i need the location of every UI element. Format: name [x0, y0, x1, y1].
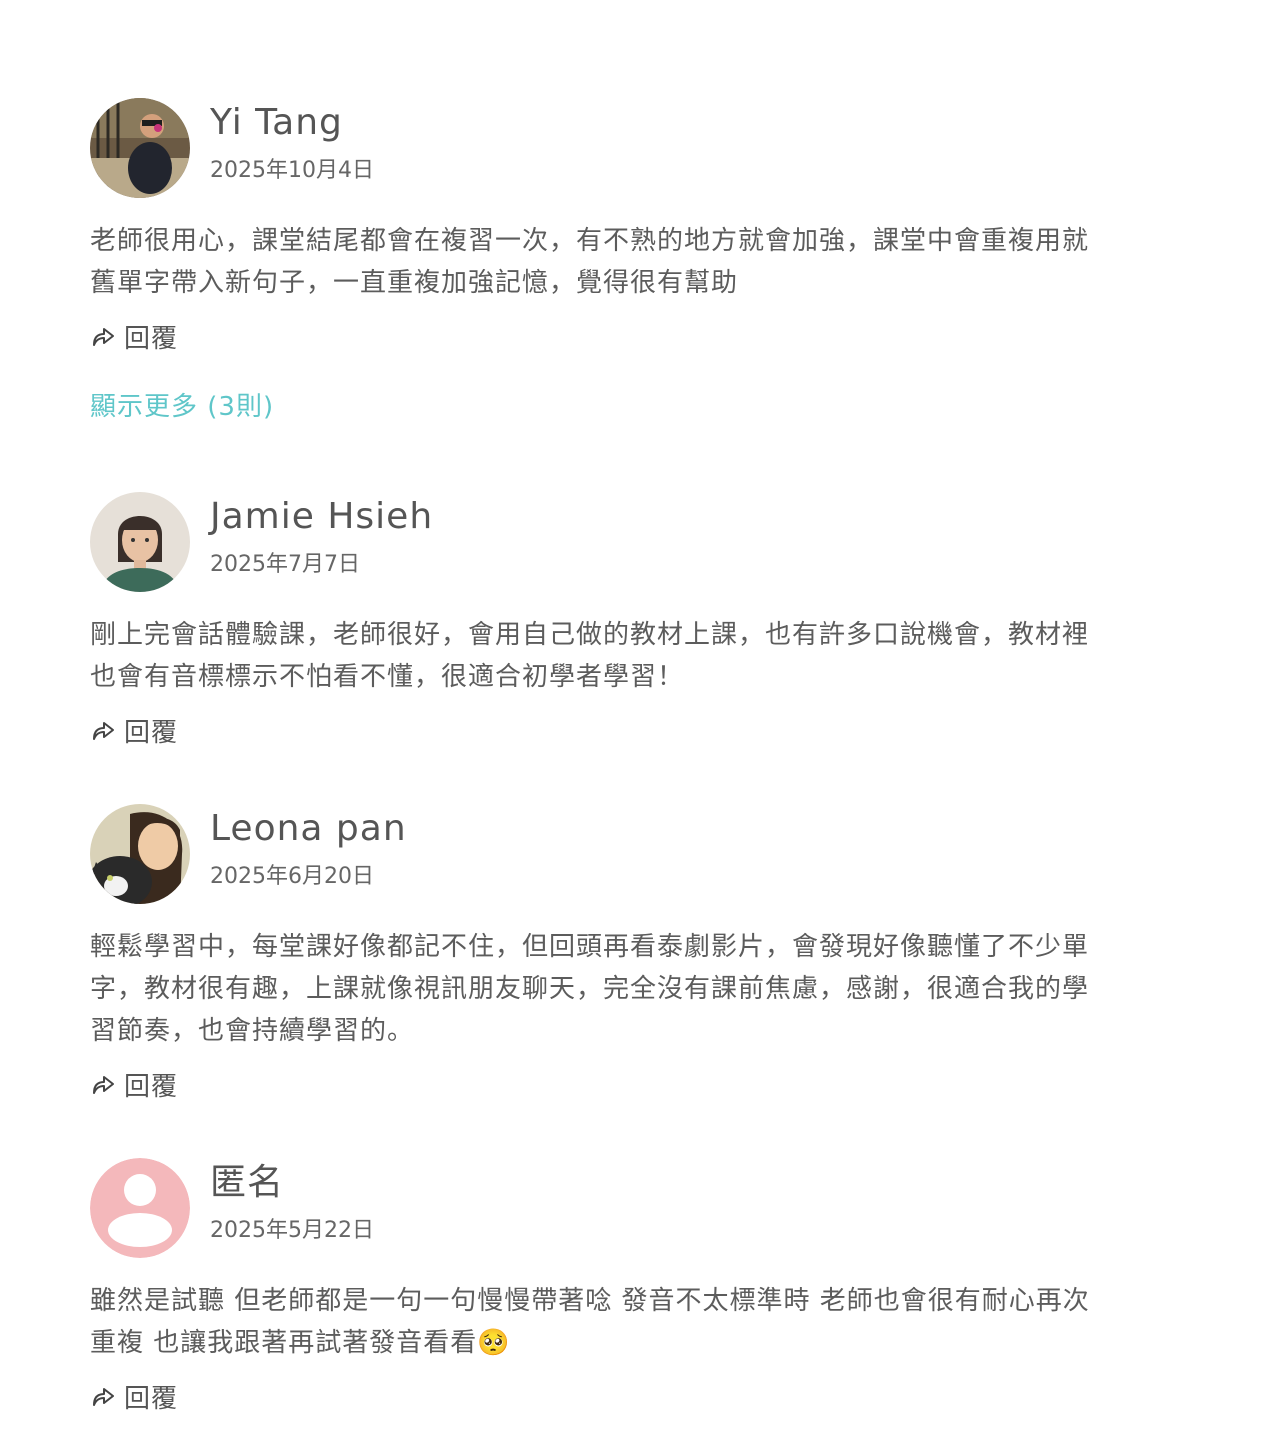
- review-header: Jamie Hsieh 2025年7月7日: [90, 492, 1110, 592]
- reply-label: 回覆: [124, 1071, 179, 1102]
- avatar: [90, 98, 190, 198]
- reviewer-name: 匿名: [210, 1162, 285, 1203]
- review-text: 剛上完會話體驗課，老師很好，會用自己做的教材上課，也有許多口說機會，教材裡也會有…: [90, 620, 1090, 692]
- reply-button[interactable]: 回覆: [90, 710, 1110, 750]
- reply-button[interactable]: 回覆: [90, 316, 1110, 356]
- review-card: Yi Tang 2025年10月4日 老師很用心，課堂結尾都會在複習一次，有不熟…: [90, 98, 1110, 423]
- reviewer-name: Jamie Hsieh: [210, 496, 434, 537]
- review-date: 2025年7月7日: [210, 552, 360, 577]
- reply-button[interactable]: 回覆: [90, 1064, 1110, 1104]
- review-card: 匿名 2025年5月22日 雖然是試聽 但老師都是一句一句慢慢帶著唸 發音不太標…: [90, 1158, 1110, 1416]
- reviewer-name: Leona pan: [210, 808, 407, 849]
- review-text: 雖然是試聽 但老師都是一句一句慢慢帶著唸 發音不太標準時 老師也會很有耐心再次重…: [90, 1286, 1090, 1358]
- reply-label: 回覆: [124, 1383, 179, 1414]
- reply-label: 回覆: [124, 717, 179, 748]
- review-card: Leona pan 2025年6月20日 輕鬆學習中，每堂課好像都記不住，但回頭…: [90, 804, 1110, 1104]
- review-date: 2025年5月22日: [210, 1218, 374, 1243]
- review-header: Yi Tang 2025年10月4日: [90, 98, 1110, 198]
- review-date: 2025年6月20日: [210, 864, 374, 889]
- review-text: 輕鬆學習中，每堂課好像都記不住，但回頭再看泰劇影片，會發現好像聽懂了不少單字，教…: [90, 932, 1090, 1046]
- show-more-link[interactable]: 顯示更多 (3則): [90, 386, 1110, 423]
- share-arrow-icon: [90, 717, 116, 743]
- review-text: 老師很用心，課堂結尾都會在複習一次，有不熟的地方就會加強，課堂中會重複用就舊單字…: [90, 226, 1090, 298]
- review-header: 匿名 2025年5月22日: [90, 1158, 1110, 1258]
- reply-label: 回覆: [124, 323, 179, 354]
- reply-button[interactable]: 回覆: [90, 1376, 1110, 1416]
- review-card: Jamie Hsieh 2025年7月7日 剛上完會話體驗課，老師很好，會用自己…: [90, 492, 1110, 750]
- avatar: [90, 492, 190, 592]
- share-arrow-icon: [90, 1071, 116, 1097]
- reviewer-name: Yi Tang: [210, 102, 343, 143]
- user-placeholder-icon: [90, 1158, 190, 1258]
- share-arrow-icon: [90, 1383, 116, 1409]
- review-date: 2025年10月4日: [210, 158, 374, 183]
- avatar: [90, 804, 190, 904]
- share-arrow-icon: [90, 323, 116, 349]
- review-header: Leona pan 2025年6月20日: [90, 804, 1110, 904]
